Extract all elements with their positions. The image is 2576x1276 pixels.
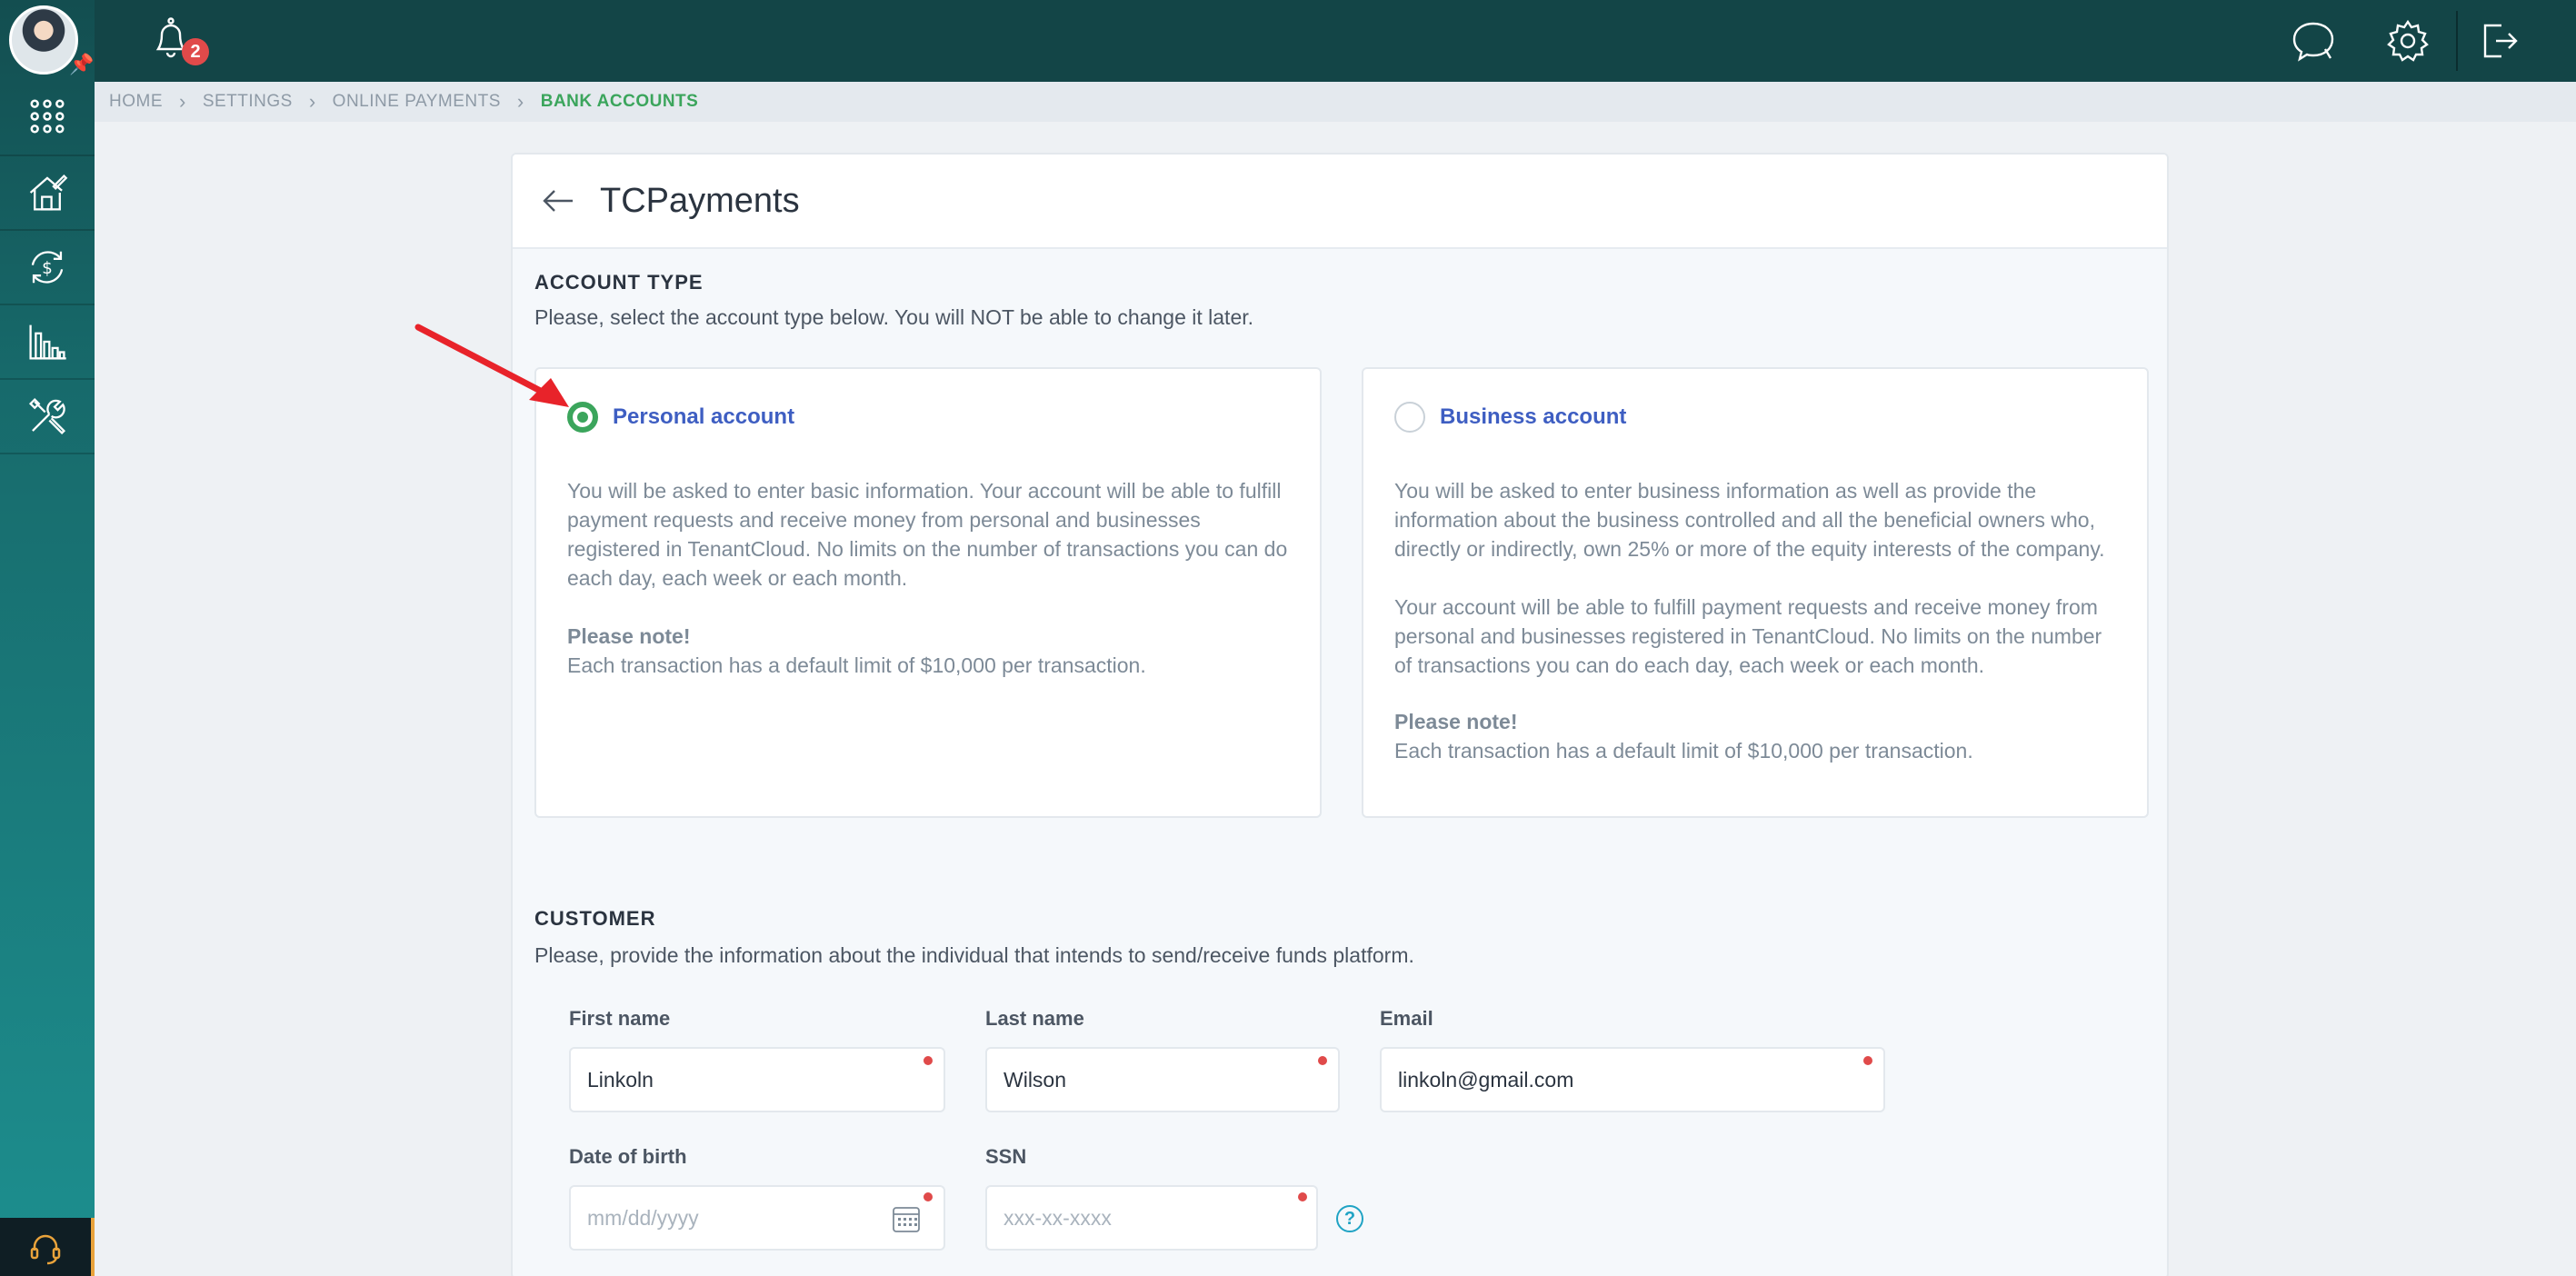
logout-icon[interactable] bbox=[2474, 16, 2523, 65]
back-arrow-icon[interactable] bbox=[540, 183, 576, 219]
help-icon[interactable]: ? bbox=[1336, 1205, 1363, 1232]
business-account-text: You will be asked to enter business info… bbox=[1394, 476, 2116, 765]
dob-label: Date of birth bbox=[569, 1145, 687, 1168]
customer-title: CUSTOMER bbox=[534, 907, 656, 930]
bar-chart-icon[interactable] bbox=[0, 305, 95, 378]
last-name-input[interactable] bbox=[985, 1047, 1340, 1112]
business-account-description-1: You will be asked to enter business info… bbox=[1394, 479, 2105, 561]
calendar-icon[interactable] bbox=[891, 1203, 922, 1234]
sidebar: 📌 $ bbox=[0, 0, 95, 1276]
home-edit-icon[interactable] bbox=[0, 156, 95, 229]
page-title: TCPayments bbox=[600, 181, 800, 220]
chevron-right-icon: › bbox=[179, 90, 186, 113]
avatar[interactable] bbox=[9, 5, 78, 75]
personal-account-label[interactable]: Personal account bbox=[613, 404, 794, 430]
chevron-right-icon: › bbox=[308, 90, 316, 113]
personal-account-text: You will be asked to enter basic informa… bbox=[567, 476, 1289, 680]
breadcrumb-settings[interactable]: SETTINGS bbox=[203, 92, 293, 112]
breadcrumb: HOME › SETTINGS › ONLINE PAYMENTS › BANK… bbox=[95, 82, 2576, 122]
breadcrumb-bank-accounts: BANK ACCOUNTS bbox=[540, 92, 699, 111]
account-type-title: ACCOUNT TYPE bbox=[534, 271, 704, 294]
first-name-input[interactable] bbox=[569, 1047, 945, 1112]
personal-note-text: Each transaction has a default limit of … bbox=[567, 653, 1146, 677]
chat-icon[interactable] bbox=[2289, 16, 2338, 65]
breadcrumb-online-payments[interactable]: ONLINE PAYMENTS bbox=[333, 92, 501, 112]
chevron-right-icon: › bbox=[516, 90, 524, 113]
tools-icon[interactable] bbox=[0, 380, 95, 453]
headset-icon[interactable] bbox=[0, 1218, 95, 1276]
business-account-label[interactable]: Business account bbox=[1440, 404, 1626, 430]
required-indicator bbox=[1863, 1056, 1872, 1065]
personal-account-description: You will be asked to enter basic informa… bbox=[567, 479, 1288, 590]
required-indicator bbox=[1298, 1192, 1307, 1201]
money-cycle-icon[interactable]: $ bbox=[0, 231, 95, 304]
topbar-divider bbox=[2456, 11, 2458, 71]
email-input[interactable] bbox=[1380, 1047, 1885, 1112]
svg-text:$: $ bbox=[42, 259, 53, 278]
ssn-input[interactable] bbox=[985, 1185, 1318, 1251]
business-account-card[interactable]: Business account You will be asked to en… bbox=[1362, 367, 2149, 818]
notification-badge[interactable]: 2 bbox=[182, 38, 209, 65]
breadcrumb-home[interactable]: HOME bbox=[109, 92, 163, 112]
required-indicator bbox=[924, 1056, 933, 1065]
annotation-arrow-icon bbox=[414, 324, 569, 407]
apps-grid-icon[interactable] bbox=[0, 80, 95, 153]
ssn-label: SSN bbox=[985, 1145, 1027, 1168]
required-indicator bbox=[924, 1192, 933, 1201]
sidebar-divider bbox=[0, 453, 95, 454]
business-note-title: Please note! bbox=[1394, 710, 1518, 733]
customer-description: Please, provide the information about th… bbox=[534, 943, 1414, 967]
business-account-radio[interactable] bbox=[1394, 402, 1425, 433]
card-header: TCPayments bbox=[513, 155, 2167, 249]
topbar: 2 bbox=[95, 0, 2576, 82]
personal-account-option[interactable]: Personal account bbox=[567, 402, 1289, 433]
personal-note-title: Please note! bbox=[567, 624, 691, 648]
first-name-label: First name bbox=[569, 1007, 671, 1030]
business-note-text: Each transaction has a default limit of … bbox=[1394, 739, 1973, 763]
pin-icon[interactable]: 📌 bbox=[69, 53, 94, 76]
business-account-option[interactable]: Business account bbox=[1394, 402, 2116, 433]
business-account-description-2: Your account will be able to fulfill pay… bbox=[1394, 595, 2102, 677]
main-card: TCPayments ACCOUNT TYPE Please, select t… bbox=[511, 153, 2169, 1276]
last-name-label: Last name bbox=[985, 1007, 1084, 1030]
account-type-description: Please, select the account type below. Y… bbox=[534, 305, 1254, 329]
required-indicator bbox=[1318, 1056, 1327, 1065]
dob-input[interactable] bbox=[569, 1185, 945, 1251]
personal-account-card[interactable]: Personal account You will be asked to en… bbox=[534, 367, 1322, 818]
email-label: Email bbox=[1380, 1007, 1433, 1030]
gear-icon[interactable] bbox=[2383, 16, 2432, 65]
